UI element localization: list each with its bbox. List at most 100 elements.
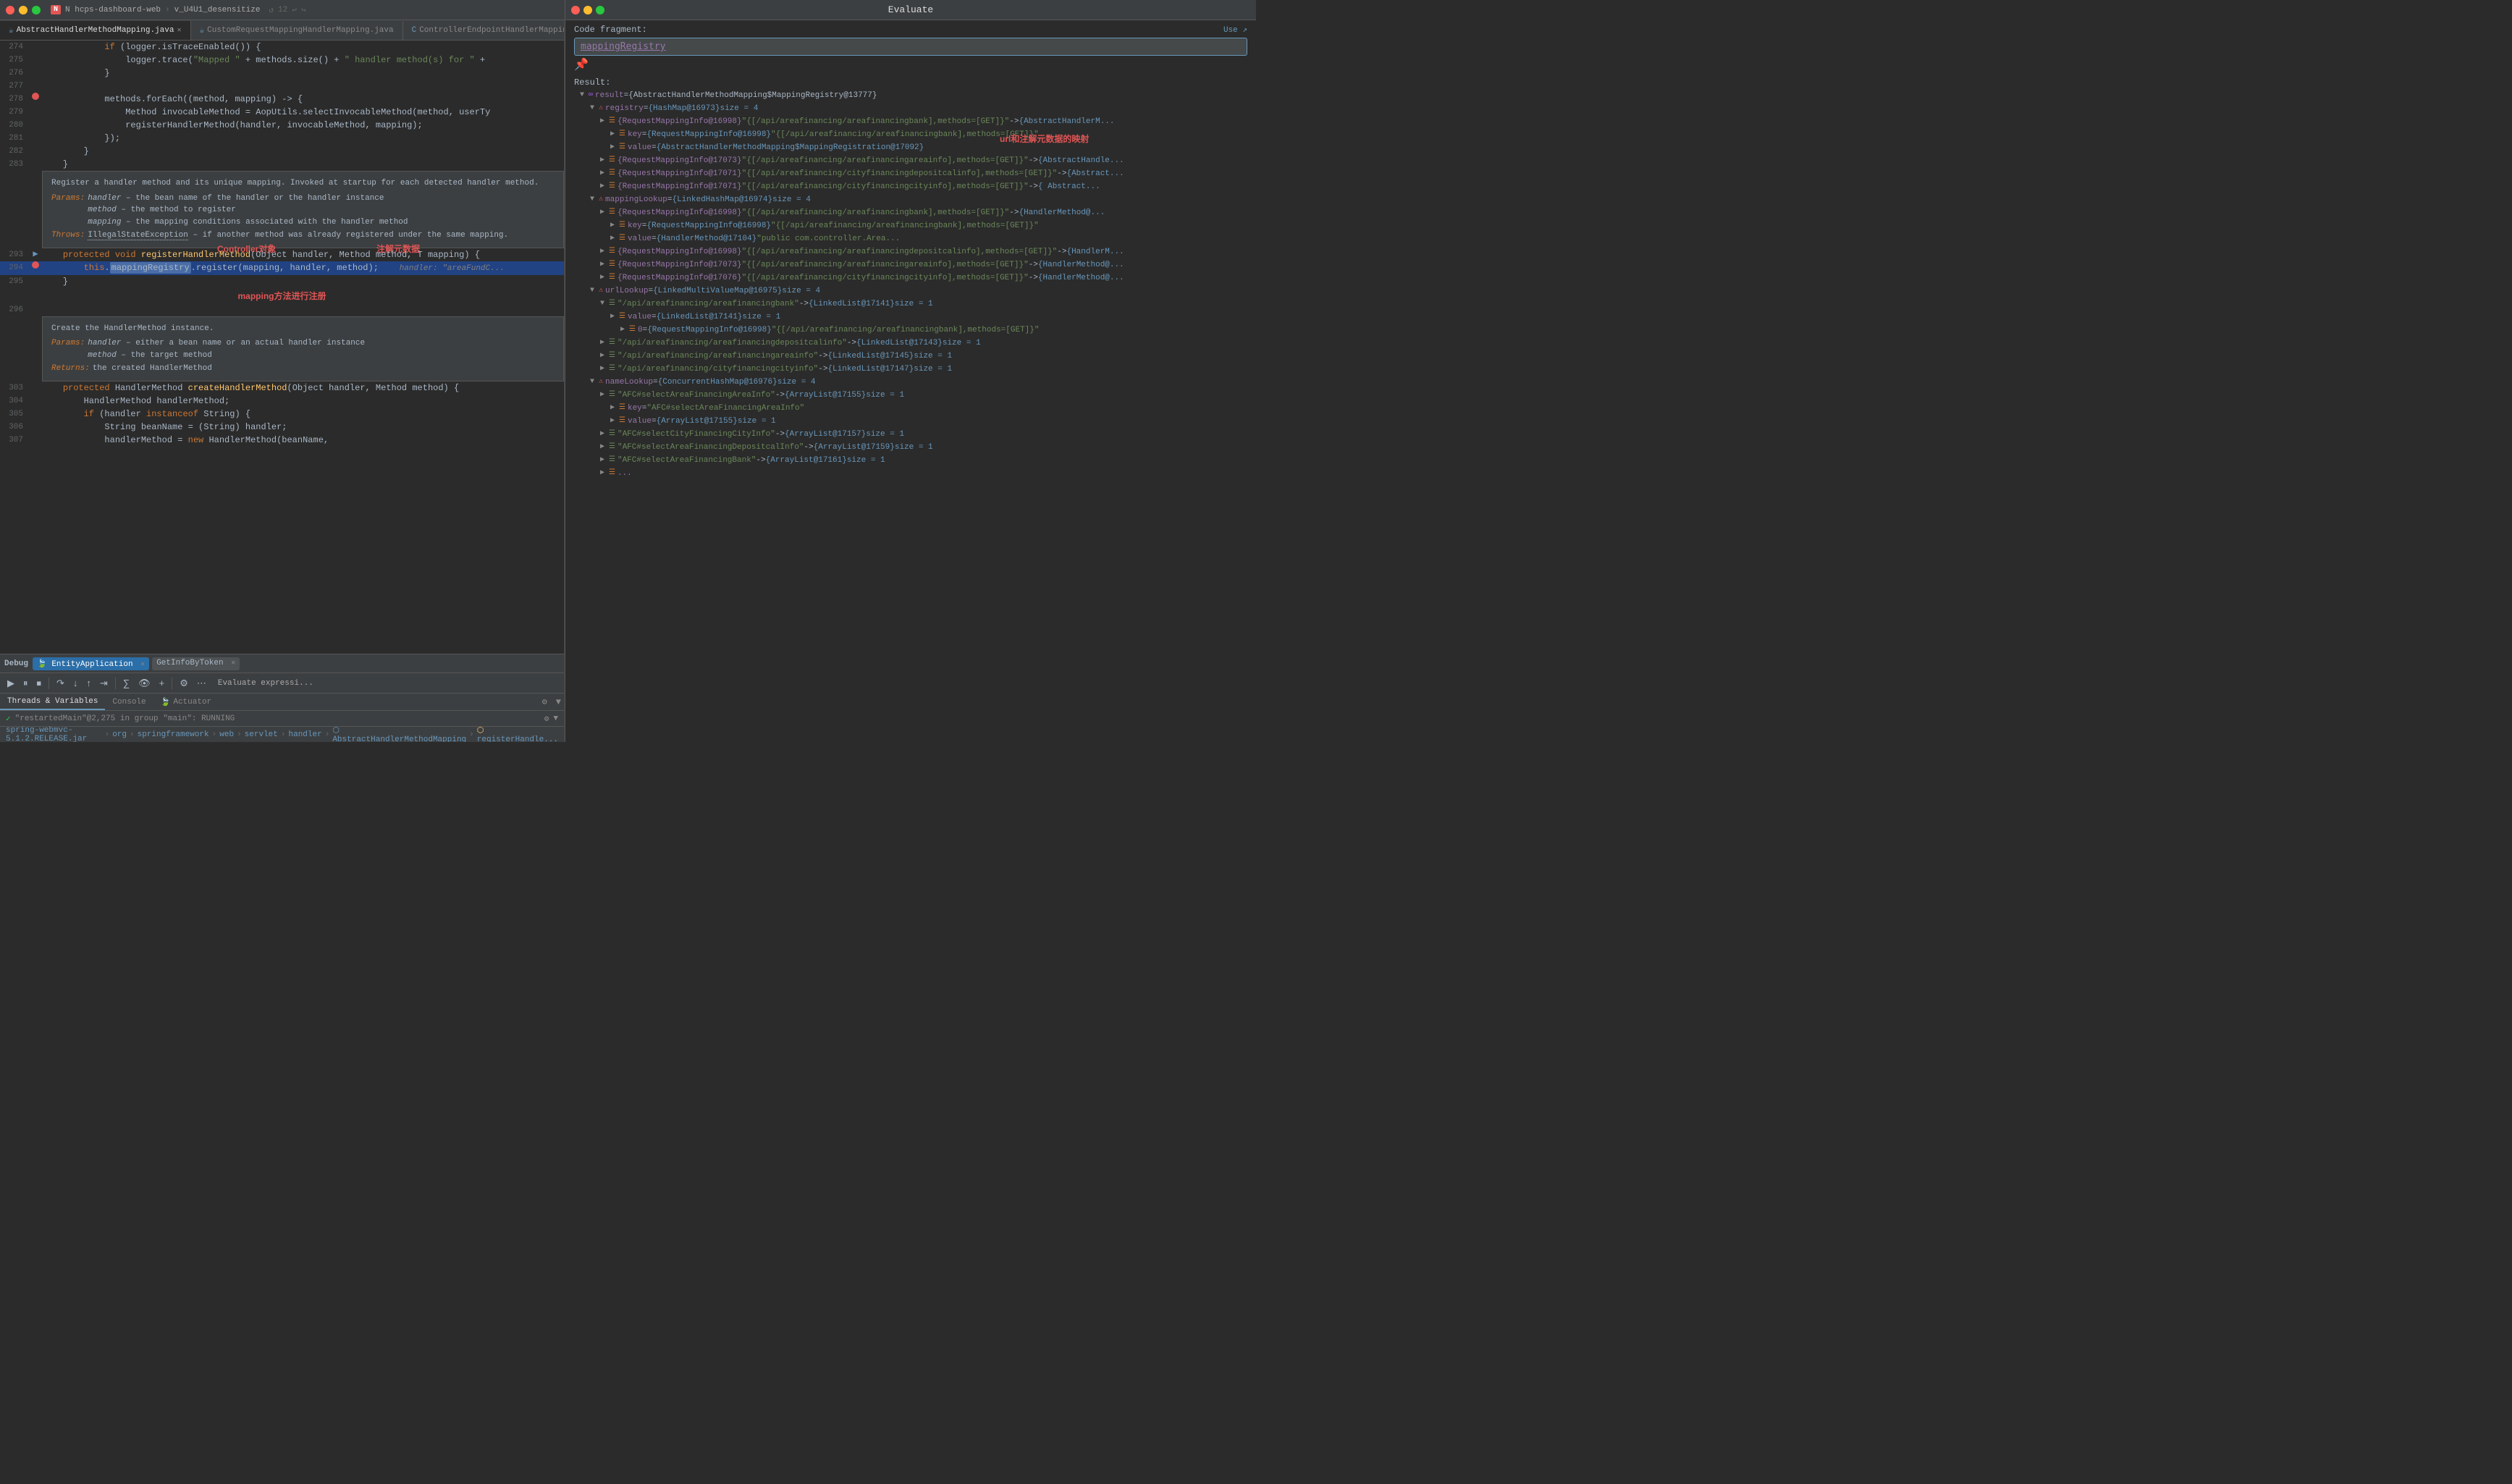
tree-node-15[interactable]: ▶ ☰ {RequestMappingInfo@17076} "{[/api/a…	[570, 271, 1252, 284]
tree-toggle[interactable]: ▶	[600, 468, 609, 479]
tree-toggle[interactable]: ▶	[600, 429, 609, 440]
tree-toggle[interactable]: ▶	[600, 272, 609, 284]
tree-node-24[interactable]: ▶ ☰ "AFC#selectAreaFinancingAreaInfo" ->…	[570, 389, 1252, 402]
tab-close-getinfo[interactable]: ✕	[231, 659, 235, 667]
tree-node-25[interactable]: ▶ ☰ key = "AFC#selectAreaFinancingAreaIn…	[570, 402, 1252, 415]
tree-node-22[interactable]: ▶ ☰ "/api/areafinancing/cityfinancingcit…	[570, 363, 1252, 376]
breadcrumb-item-2[interactable]: springframework	[138, 730, 209, 739]
expand-icon[interactable]: ▼	[553, 714, 558, 723]
tree-node-27[interactable]: ▶ ☰ "AFC#selectCityFinancingCityInfo" ->…	[570, 428, 1252, 441]
file-tab-abstract[interactable]: ☕ AbstractHandlerMethodMapping.java ✕	[0, 21, 191, 40]
console-tab[interactable]: Console	[105, 698, 153, 707]
tree-toggle[interactable]: ▶	[600, 168, 609, 180]
tree-node-3[interactable]: ▶ ☰ {RequestMappingInfo@16998} "{[/api/a…	[570, 115, 1252, 128]
breadcrumb-item-0[interactable]: spring-webmvc-5.1.2.RELEASE.jar	[6, 726, 102, 743]
tree-toggle[interactable]: ▶	[600, 442, 609, 453]
file-tab-controller[interactable]: C ControllerEndpointHandlerMapping.class	[403, 21, 565, 40]
tree-toggle[interactable]: ▶	[600, 155, 609, 166]
tree-toggle[interactable]: ▶	[600, 350, 609, 362]
tree-node-20[interactable]: ▶ ☰ "/api/areafinancing/areafinancingdep…	[570, 337, 1252, 350]
code-area[interactable]: 274 if (logger.isTraceEnabled()) { 275 l…	[0, 41, 564, 654]
tree-toggle[interactable]: ▶	[600, 259, 609, 271]
breadcrumb-item-6[interactable]: ⬡ AbstractHandlerMethodMapping	[332, 725, 466, 743]
tree-toggle[interactable]: ▶	[600, 337, 609, 349]
tree-toggle[interactable]: ▶	[610, 402, 619, 414]
tree-toggle[interactable]: ▶	[600, 455, 609, 466]
tree-toggle[interactable]: ▶	[600, 207, 609, 219]
file-tab-custom[interactable]: ☕ CustomRequestMappingHandlerMapping.jav…	[191, 21, 403, 40]
evaluate-expression-button[interactable]: ∑	[120, 676, 132, 690]
tree-node-namelookup[interactable]: ▼ ⚠ nameLookup = {ConcurrentHashMap@1697…	[570, 376, 1252, 389]
tree-node-registry[interactable]: ▼ ⚠ registry = {HashMap@16973} size = 4	[570, 102, 1252, 115]
more-button[interactable]: ⋯	[194, 676, 209, 691]
breadcrumb-item-4[interactable]: servlet	[245, 730, 278, 739]
tree-toggle[interactable]: ▶	[610, 129, 619, 140]
tree-toggle[interactable]: ▶	[600, 363, 609, 375]
tree-toggle[interactable]: ▶	[610, 416, 619, 427]
tree-node-19[interactable]: ▶ ☰ 0 = {RequestMappingInfo@16998} "{[/a…	[570, 324, 1252, 337]
tree-node-30[interactable]: ▶ ☰ ...	[570, 467, 1252, 480]
minimize-button[interactable]	[19, 6, 28, 14]
breadcrumb-item-1[interactable]: org	[112, 730, 127, 739]
tree-node-17[interactable]: ▼ ☰ "/api/areafinancing/areafinancingban…	[570, 298, 1252, 311]
tree-node-12[interactable]: ▶ ☰ value = {HandlerMethod@17104} "publi…	[570, 232, 1252, 245]
tree-node-7[interactable]: ▶ ☰ {RequestMappingInfo@17071} "{[/api/a…	[570, 167, 1252, 180]
tree-node-urllookup[interactable]: ▼ ⚠ urlLookup = {LinkedMultiValueMap@169…	[570, 284, 1252, 298]
more-options-icon[interactable]: ▼	[553, 697, 564, 707]
tree-node-result[interactable]: ▼ ∞ result = {AbstractHandlerMethodMappi…	[570, 89, 1252, 102]
tree-node-28[interactable]: ▶ ☰ "AFC#selectAreaFinancingDepositcalIn…	[570, 441, 1252, 454]
breakpoint-icon-2[interactable]	[32, 261, 39, 269]
tree-node-mappinglookup[interactable]: ▼ ⚠ mappingLookup = {LinkedHashMap@16974…	[570, 193, 1252, 206]
tree-node-11[interactable]: ▶ ☰ key = {RequestMappingInfo@16998} "{[…	[570, 219, 1252, 232]
tree-toggle[interactable]: ▼	[590, 376, 599, 388]
watch-button[interactable]: 👁	[135, 676, 153, 691]
breakpoint-icon[interactable]	[32, 93, 39, 100]
filter-icon[interactable]: ⚙	[536, 696, 553, 707]
tree-node-6[interactable]: ▶ ☰ {RequestMappingInfo@17073} "{[/api/a…	[570, 154, 1252, 167]
tab-close-entity[interactable]: ✕	[140, 661, 145, 669]
tree-toggle[interactable]: ▶	[600, 246, 609, 258]
maximize-button[interactable]	[32, 6, 41, 14]
resume-button[interactable]: ▶	[4, 676, 17, 691]
tree-toggle[interactable]: ▶	[600, 116, 609, 127]
tree-toggle[interactable]: ▶	[610, 220, 619, 232]
step-into-button[interactable]: ↓	[70, 676, 81, 690]
tree-toggle[interactable]: ▼	[580, 90, 589, 101]
use-button[interactable]: Use ↗	[1223, 25, 1247, 35]
add-watch-button[interactable]: +	[156, 676, 168, 690]
tree-node-26[interactable]: ▶ ☰ value = {ArrayList@17155} size = 1	[570, 415, 1252, 428]
tree-toggle[interactable]: ▶	[620, 324, 629, 336]
session-tab-getinfo[interactable]: GetInfoByToken ✕	[152, 657, 240, 670]
filter-status-icon[interactable]: ⚙	[544, 714, 549, 724]
threads-variables-tab[interactable]: Threads & Variables	[0, 693, 105, 710]
tree-toggle[interactable]: ▶	[610, 233, 619, 245]
step-over-button[interactable]: ↷	[54, 676, 67, 691]
settings-button[interactable]: ⚙	[177, 676, 191, 691]
tree-node-14[interactable]: ▶ ☰ {RequestMappingInfo@17073} "{[/api/a…	[570, 258, 1252, 271]
tree-node-13[interactable]: ▶ ☰ {RequestMappingInfo@16998} "{[/api/a…	[570, 245, 1252, 258]
tree-toggle[interactable]: ▼	[590, 194, 599, 206]
stop-button[interactable]: ⏹	[34, 676, 45, 691]
breadcrumb-item-5[interactable]: handler	[289, 730, 322, 739]
tree-node-5[interactable]: ▶ ☰ value = {AbstractHandlerMethodMappin…	[570, 141, 1252, 154]
tree-toggle[interactable]: ▼	[590, 103, 599, 114]
run-to-cursor-button[interactable]: ⇥	[97, 676, 111, 691]
tree-toggle[interactable]: ▶	[600, 389, 609, 401]
tree-toggle[interactable]: ▼	[600, 298, 609, 310]
tree-toggle[interactable]: ▼	[590, 285, 599, 297]
tree-node-4[interactable]: ▶ ☰ key = {RequestMappingInfo@16998} "{[…	[570, 128, 1252, 141]
actuator-tab[interactable]: 🍃 Actuator	[153, 697, 219, 707]
tree-node-21[interactable]: ▶ ☰ "/api/areafinancing/areafinancingare…	[570, 350, 1252, 363]
pause-button[interactable]: ⏸	[20, 676, 31, 691]
tree-node-10[interactable]: ▶ ☰ {RequestMappingInfo@16998} "{[/api/a…	[570, 206, 1252, 219]
step-out-button[interactable]: ↑	[83, 676, 94, 690]
tree-toggle[interactable]: ▶	[600, 181, 609, 193]
tree-toggle[interactable]: ▶	[610, 311, 619, 323]
tree-node-18[interactable]: ▶ ☰ value = {LinkedList@17141} size = 1	[570, 311, 1252, 324]
close-button[interactable]	[6, 6, 14, 14]
tree-node-29[interactable]: ▶ ☰ "AFC#selectAreaFinancingBank" -> {Ar…	[570, 454, 1252, 467]
tree-toggle[interactable]: ▶	[610, 142, 619, 153]
breadcrumb-item-3[interactable]: web	[219, 730, 234, 739]
session-tab-entity[interactable]: 🍃 EntityApplication ✕	[33, 657, 149, 670]
tab-close-icon[interactable]: ✕	[177, 26, 181, 35]
